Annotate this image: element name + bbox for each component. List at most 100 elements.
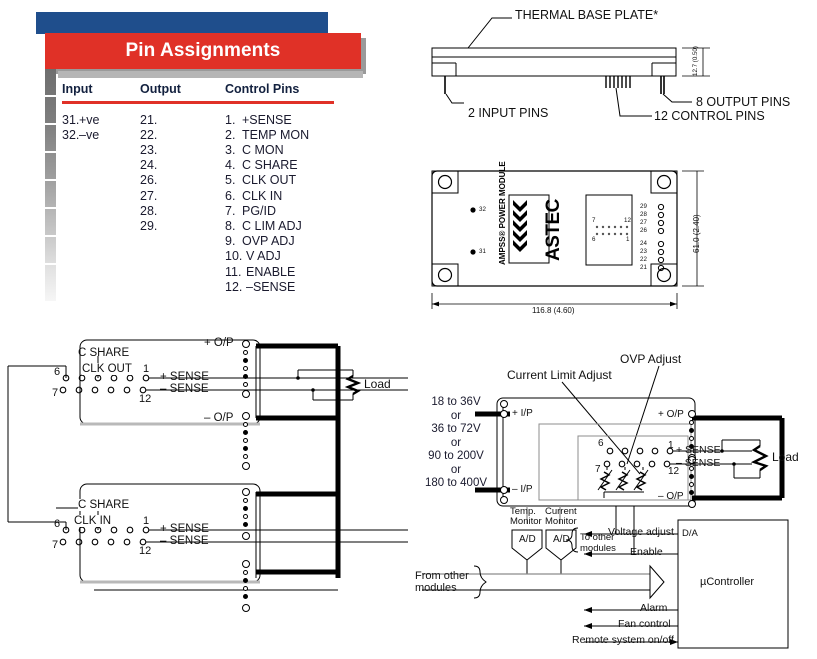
product-name-label: AMPSS® POWER MODULE (498, 161, 507, 265)
list-item: 32.–ve (62, 127, 100, 142)
output-pin-list: 21. 22. 23. 24. 26. 27. 28. 29. (140, 113, 225, 295)
module-b-plus-sense-label: + SENSE (160, 523, 209, 535)
module-a-plus-op-label: + O/P (204, 337, 234, 349)
astec-logo: ASTEC (543, 199, 564, 261)
from-other-modules-label: From other modules (415, 570, 469, 594)
module-b-minus-sense-label: – SENSE (160, 535, 209, 547)
module-a-pin7-label: 7 (52, 387, 59, 399)
module-b-cshare-label: C SHARE (78, 499, 130, 511)
system-pin1-label: 1 (668, 440, 674, 451)
list-item: 28. (140, 203, 158, 218)
module-outline-svg (431, 170, 704, 309)
list-item: 12. –SENSE (225, 279, 296, 294)
current-monitor-label: Current Monitor (545, 506, 577, 527)
module-height-dimension: 61.0 (2.40) (692, 214, 701, 253)
list-item: 23. (140, 142, 158, 157)
module-b-pin6-label: 6 (54, 518, 61, 530)
output-pin-21-label: 21 (640, 264, 647, 271)
list-item: 6. CLK IN (225, 188, 283, 203)
pin-table-header: Input Output Control Pins (62, 76, 362, 99)
system-minus-op-label: – O/P (658, 491, 684, 502)
list-item: 26. (140, 173, 158, 188)
connector-pin-7-label: 7 (592, 217, 596, 224)
plus-ip-pin (500, 410, 508, 418)
connector-pin-1-label: 1 (626, 236, 630, 243)
output-pin-27-label: 27 (640, 219, 647, 226)
module-b-pin1-label: 1 (143, 515, 150, 527)
module-a-clkout-label: CLK OUT (82, 363, 132, 375)
output-pin-26-label: 26 (640, 227, 647, 234)
minus-ip-terminal (500, 496, 508, 504)
list-item: 31.+ve (62, 112, 100, 127)
list-item: 11. ENABLE (225, 264, 296, 279)
list-item: 24. (140, 158, 158, 173)
load-label-left: Load (364, 377, 391, 391)
header-output: Output (140, 82, 181, 96)
control-pins-label: 12 CONTROL PINS (654, 109, 765, 123)
system-pin7-label: 7 (595, 464, 601, 475)
plus-ip-label: + I/P (512, 408, 533, 419)
list-item: 7. PG/ID (225, 203, 277, 218)
module-b-clkin-label: CLK IN (74, 515, 112, 527)
module-b-pin12-label: 12 (139, 545, 152, 557)
output-pin-24-label: 24 (640, 240, 647, 247)
module-a-cshare-label: C SHARE (78, 347, 130, 359)
pin-table: Input Output Control Pins 31.+ve 32.–ve … (62, 76, 362, 295)
side-view-drawing: THERMAL BASE PLATE* 2 INPUT PINS 12 CONT… (420, 6, 810, 141)
list-item: 10. V ADJ (225, 249, 281, 264)
header-input: Input (62, 82, 93, 96)
system-plus-sense-label: + SENSE (676, 444, 721, 456)
microcontroller-label: µController (700, 576, 755, 588)
header-control-pins: Control Pins (225, 82, 300, 96)
list-item: 9. OVP ADJ (225, 234, 295, 249)
module-a-minus-sense-label: – SENSE (160, 383, 209, 395)
list-item: 4. C SHARE (225, 158, 298, 173)
panel-title: Pin Assignments (125, 40, 281, 61)
pin-assignments-panel: Pin Assignments Input Output Control Pin… (36, 12, 366, 301)
output-pin-22-label: 22 (640, 256, 647, 263)
list-item: 1. +SENSE (225, 112, 292, 127)
enable-label: Enable (630, 546, 663, 558)
connector-pin-6-label: 6 (592, 236, 596, 243)
list-item: 2. TEMP MON (225, 127, 310, 142)
module-a-pin6-label: 6 (54, 366, 61, 378)
side-gradient-strip (45, 69, 56, 301)
system-circuit-svg (422, 365, 789, 649)
module-a-plus-sense-label: + SENSE (160, 371, 209, 383)
case-pin-32-label: 32 (479, 206, 486, 213)
minus-ip-pin (500, 486, 508, 494)
input-pin-list: 31.+ve 32.–ve (62, 113, 140, 295)
remote-onoff-label: Remote system on/off (572, 634, 674, 646)
system-plus-op-label: + O/P (658, 409, 684, 420)
dac-label: D/A (682, 528, 698, 539)
module-b-pin7-label: 7 (52, 539, 59, 551)
module-a-pin12-label: 12 (139, 393, 152, 405)
alarm-label: Alarm (640, 602, 668, 614)
temp-monitor-label: Temp. Monitor (510, 506, 542, 527)
pin-table-body: 31.+ve 32.–ve 21. 22. 23. 24. 26. 27. 28… (62, 104, 362, 295)
adc-current-label: A/D (553, 534, 570, 545)
adc-temp-label: A/D (519, 534, 536, 545)
load-label-right: Load (772, 450, 799, 464)
panel-title-banner: Pin Assignments (45, 33, 361, 69)
list-item: 8. C LIM ADJ (225, 218, 302, 233)
output-pins-label: 8 OUTPUT PINS (696, 95, 791, 109)
fan-control-label: Fan control (618, 618, 671, 630)
module-a-pin1-label: 1 (143, 363, 150, 375)
voltage-adjust-label: Voltage adjust (608, 526, 674, 538)
plus-ip-terminal (500, 400, 508, 408)
module-top-view: ASTEC AMPSS® POWER MODULE 32 31 7 12 6 1… (424, 161, 724, 315)
list-item: 3. C MON (225, 142, 284, 157)
logo-chevrons (512, 198, 528, 260)
module-a-minus-op-label: – O/P (204, 412, 234, 424)
output-pin-23-label: 23 (640, 248, 647, 255)
output-pin-29-label: 29 (640, 203, 647, 210)
system-minus-sense-label: – SENSE (676, 457, 721, 469)
connector-pin-12-label: 12 (624, 217, 631, 224)
system-circuit: 18 to 36V or 36 to 72V or 90 to 200V or … (412, 352, 817, 657)
system-pin12-label: 12 (668, 466, 680, 477)
list-item: 5. CLK OUT (225, 173, 297, 188)
module-width-dimension: 116.8 (4.60) (532, 306, 575, 315)
list-item: 21. (140, 112, 158, 127)
case-pin-31-label: 31 (479, 248, 486, 255)
